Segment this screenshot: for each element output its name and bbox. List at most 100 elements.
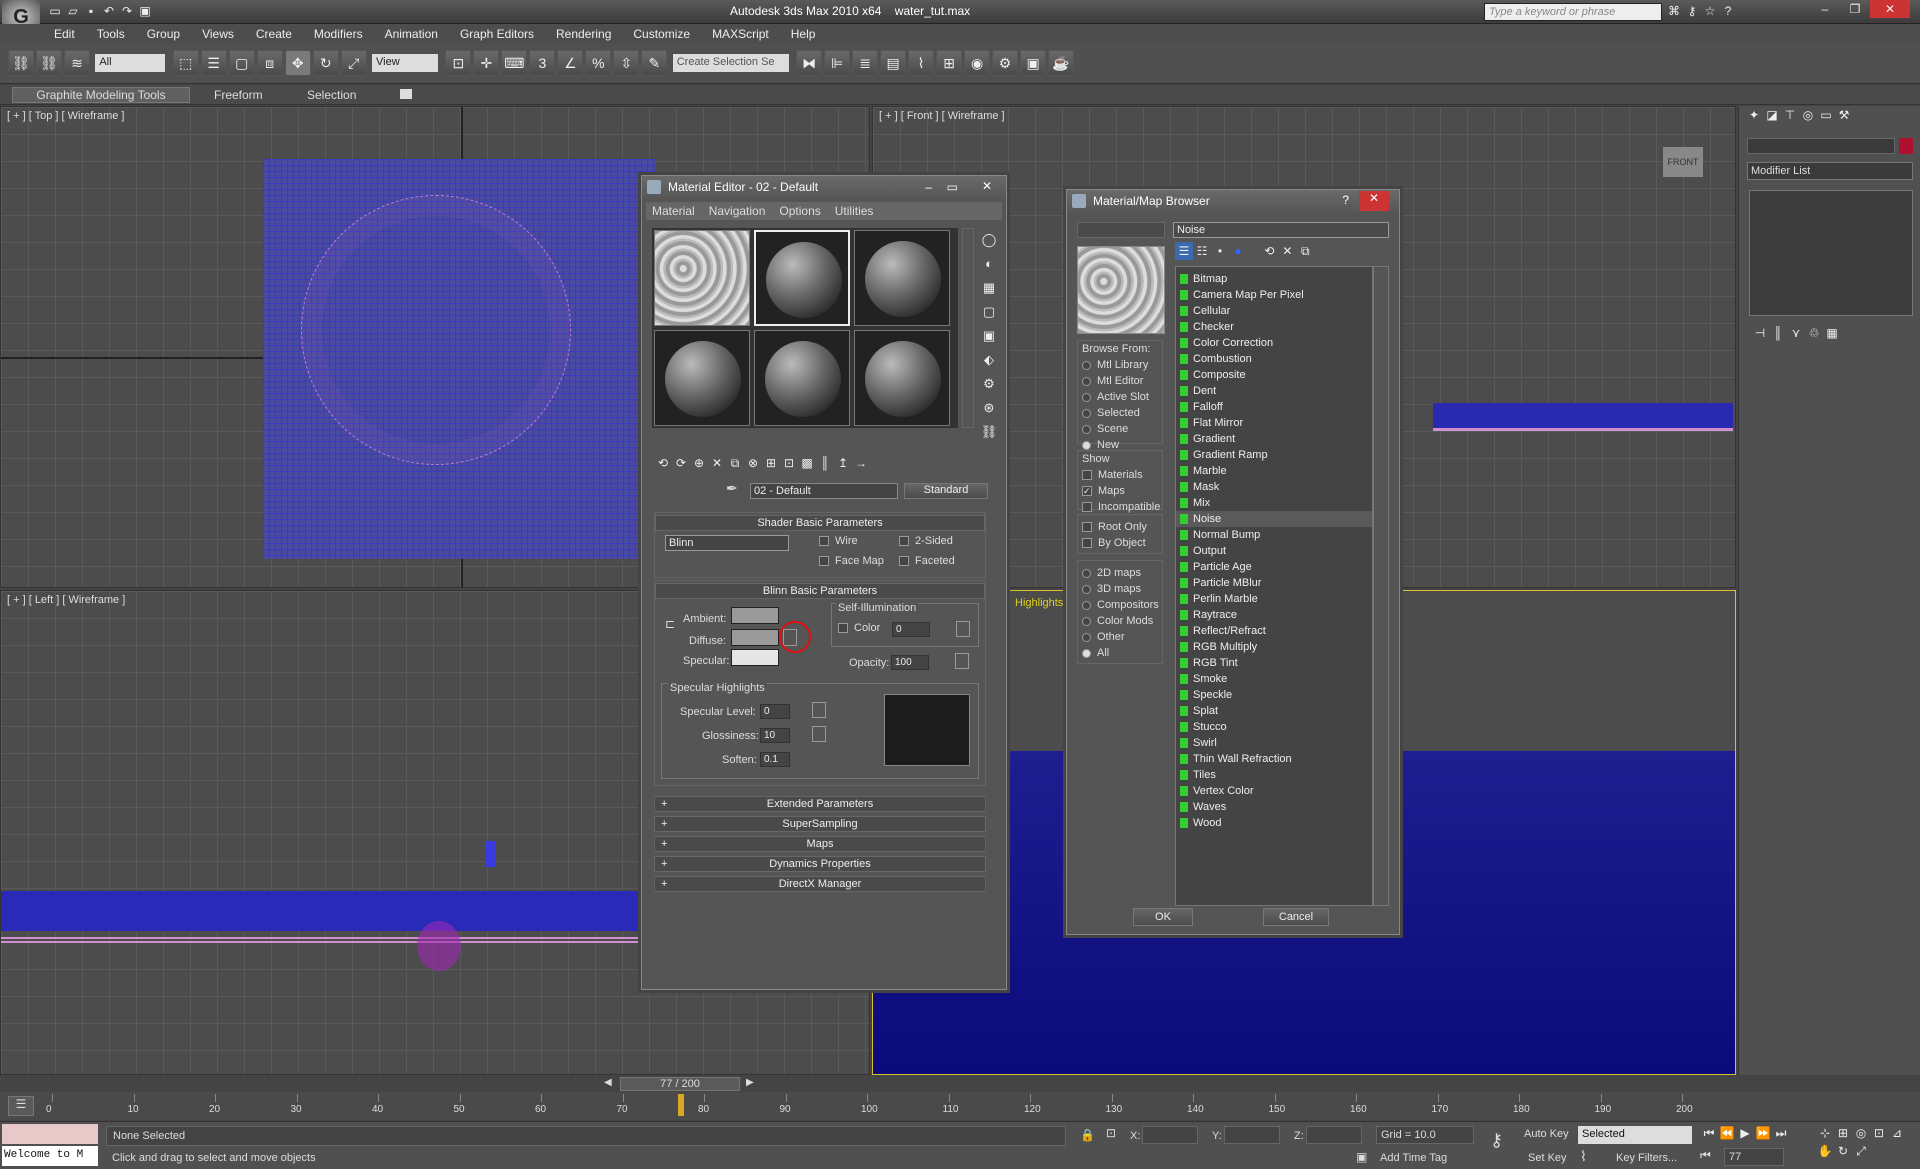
map-item[interactable]: Speckle (1176, 687, 1372, 703)
hierarchy-tab-icon[interactable]: ⊤ (1781, 106, 1799, 124)
map-item[interactable]: Noise (1176, 511, 1372, 527)
pan-icon[interactable]: ✋ (1816, 1142, 1834, 1160)
sample-slot-2[interactable] (754, 230, 850, 326)
checkbox-icon[interactable] (1082, 502, 1092, 513)
x-field[interactable] (1142, 1126, 1198, 1144)
menu-item[interactable]: Animation (385, 27, 438, 41)
rollout-4[interactable]: + DirectX Manager (654, 876, 986, 892)
go-parent-icon[interactable]: ↥ (834, 454, 852, 472)
minimize-icon[interactable]: – (1810, 0, 1840, 18)
map-item[interactable]: RGB Tint (1176, 655, 1372, 671)
set-key-button[interactable]: Set Key (1528, 1152, 1567, 1164)
radio-icon[interactable] (1082, 648, 1091, 658)
map-item[interactable]: Dent (1176, 383, 1372, 399)
map-item[interactable]: Bitmap (1176, 271, 1372, 287)
star-icon[interactable]: ☆ (1701, 2, 1719, 20)
key-filters-button[interactable]: Key Filters... (1616, 1152, 1677, 1164)
map-item[interactable]: Cellular (1176, 303, 1372, 319)
key-mode-dropdown[interactable]: Selected (1578, 1126, 1692, 1144)
menu-item[interactable]: MAXScript (712, 27, 769, 41)
time-prev-icon[interactable]: ◀ (604, 1077, 612, 1088)
map-item[interactable]: RGB Multiply (1176, 639, 1372, 655)
current-frame-field[interactable]: 77 (1724, 1148, 1784, 1166)
map-item[interactable]: Stucco (1176, 719, 1372, 735)
root-option[interactable]: By Object (1082, 535, 1162, 551)
camera-left[interactable] (485, 841, 495, 867)
prev-frame-icon[interactable]: ⏪ (1718, 1124, 1736, 1142)
pin-stack-icon[interactable]: ⊣ (1751, 324, 1769, 342)
window-crossing-icon[interactable]: ⧈ (256, 50, 283, 76)
map-item[interactable]: Normal Bump (1176, 527, 1372, 543)
mat-editor-minimize-icon[interactable]: – (925, 180, 932, 194)
gizmo-left[interactable] (417, 921, 461, 971)
radio-icon[interactable] (1082, 568, 1091, 578)
modifier-stack[interactable] (1749, 190, 1913, 316)
sample-slot-4[interactable] (654, 330, 750, 426)
menu-item[interactable]: Customize (633, 27, 690, 41)
map-item[interactable]: Tiles (1176, 767, 1372, 783)
time-marker[interactable] (678, 1094, 684, 1116)
rendered-frame-icon[interactable]: ▣ (1020, 50, 1047, 76)
binoculars-icon[interactable]: ⌘ (1665, 2, 1683, 20)
viewport-top-label[interactable]: [ + ] [ Top ] [ Wireframe ] (7, 110, 124, 122)
key-mode-icon[interactable]: ⚷ (1490, 1130, 1503, 1151)
spec-level-map-button[interactable] (812, 702, 826, 718)
trackbar[interactable]: ☰ 0 10 20 30 40 50 60 70 80 90 100 110 120 130 140 150 1… (0, 1092, 1920, 1120)
material-name-dropdown[interactable]: 02 - Default (750, 483, 898, 499)
orbit-icon[interactable]: ◎ (1852, 1124, 1870, 1142)
radio-icon[interactable] (1082, 632, 1091, 642)
schematic-view-icon[interactable]: ⊞ (936, 50, 963, 76)
keyboard-shortcut-icon[interactable]: ⌨ (501, 50, 528, 76)
create-tab-icon[interactable]: ✦ (1745, 106, 1763, 124)
search-input[interactable]: Type a keyword or phrase (1484, 3, 1662, 21)
spec-level-field[interactable]: 0 (760, 704, 790, 719)
view-large-icons-icon[interactable]: ● (1229, 242, 1247, 260)
ref-coord-dropdown[interactable]: View (372, 54, 439, 72)
mat-editor-menu-item[interactable]: Material (652, 204, 695, 218)
eyedropper-icon[interactable]: ✒ (726, 480, 738, 497)
time-next-icon[interactable]: ▶ (746, 1077, 754, 1088)
menu-item[interactable]: Rendering (556, 27, 611, 41)
menu-item[interactable]: Create (256, 27, 292, 41)
mirror-icon[interactable]: ⧓ (796, 50, 823, 76)
edit-named-sel-icon[interactable]: ✎ (641, 50, 668, 76)
open-file-icon[interactable]: ▱ (64, 2, 82, 20)
put-to-scene-icon[interactable]: ⟳ (672, 454, 690, 472)
map-item[interactable]: Smoke (1176, 671, 1372, 687)
zoom-extents-icon[interactable]: ⊡ (1870, 1124, 1888, 1142)
next-frame-icon[interactable]: ⏩ (1754, 1124, 1772, 1142)
browse-from-option[interactable]: Active Slot (1082, 389, 1162, 405)
menu-item[interactable]: Help (791, 27, 816, 41)
fov-icon[interactable]: ⊿ (1888, 1124, 1906, 1142)
motion-tab-icon[interactable]: ◎ (1799, 106, 1817, 124)
rollout-3[interactable]: + Dynamics Properties (654, 856, 986, 872)
auto-key-button[interactable]: Auto Key (1524, 1128, 1569, 1140)
menu-item[interactable]: Views (202, 27, 234, 41)
ribbon-options-icon[interactable] (400, 89, 412, 99)
align-icon[interactable]: ⊫ (824, 50, 851, 76)
put-library-icon[interactable]: ⊞ (762, 454, 780, 472)
background-icon[interactable]: ▦ (978, 276, 1000, 300)
sample-vscroll[interactable] (962, 228, 974, 428)
map-item[interactable]: Camera Map Per Pixel (1176, 287, 1372, 303)
map-item[interactable]: Raytrace (1176, 607, 1372, 623)
browse-from-option[interactable]: Scene (1082, 421, 1162, 437)
opacity-map-button[interactable] (955, 653, 969, 669)
radio-icon[interactable] (1082, 440, 1091, 450)
diffuse-swatch[interactable] (731, 629, 779, 646)
faceted-checkbox[interactable]: Faceted (899, 555, 955, 567)
ok-button[interactable]: OK (1133, 908, 1193, 926)
make-unique-icon[interactable]: ⋎ (1787, 324, 1805, 342)
sample-hscroll[interactable] (652, 428, 958, 438)
select-by-material-icon[interactable]: ⊛ (978, 396, 1000, 420)
restore-icon[interactable]: ❐ (1840, 0, 1870, 18)
map-item[interactable]: Vertex Color (1176, 783, 1372, 799)
mat-editor-menu-item[interactable]: Navigation (709, 204, 766, 218)
select-object-icon[interactable]: ⬚ (172, 50, 199, 76)
menu-item[interactable]: Graph Editors (460, 27, 534, 41)
add-time-tag[interactable]: Add Time Tag (1380, 1152, 1447, 1164)
shader-dropdown[interactable]: Blinn (665, 535, 789, 551)
radio-icon[interactable] (1082, 376, 1091, 386)
lock-ambient-diffuse-icon[interactable]: ⊏ (665, 617, 675, 631)
mat-editor-close-icon[interactable]: ✕ (982, 179, 992, 193)
